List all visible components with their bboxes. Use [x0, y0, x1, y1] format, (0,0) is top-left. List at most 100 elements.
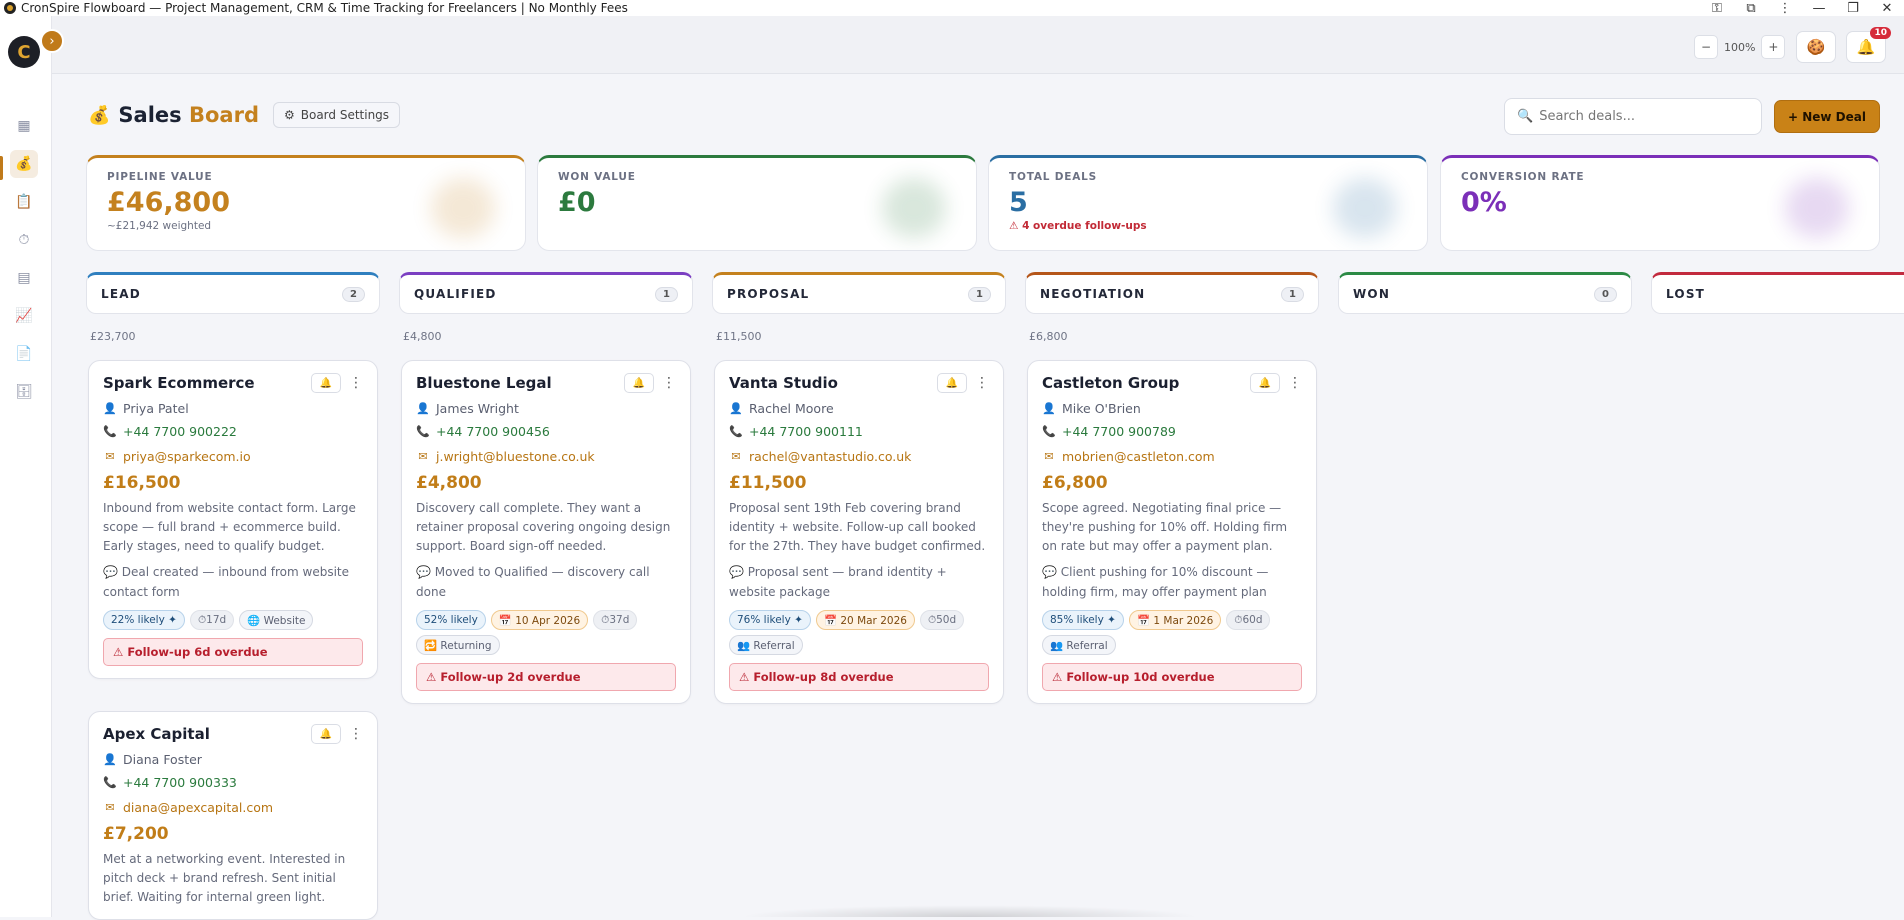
column-title: PROPOSAL	[727, 287, 810, 301]
followup-overdue-alert[interactable]: ⚠ Follow-up 6d overdue	[103, 638, 363, 666]
deal-card[interactable]: Bluestone Legal 🔔 ⋮ 👤 James Wright 📞 +44…	[401, 360, 691, 704]
extension-icon[interactable]: ⧉	[1734, 0, 1768, 16]
minimize-button[interactable]: —	[1802, 0, 1836, 16]
email-row[interactable]: ✉ j.wright@bluestone.co.uk	[416, 449, 676, 464]
restore-button[interactable]: ❐	[1836, 0, 1870, 16]
deal-name: Castleton Group	[1042, 374, 1180, 392]
contact-name: Priya Patel	[123, 401, 189, 416]
column-header[interactable]: LOST 0	[1651, 272, 1904, 314]
board-settings-button[interactable]: ⚙ Board Settings	[272, 102, 401, 128]
phone-row[interactable]: 📞 +44 7700 900333	[103, 775, 363, 790]
column-title: LOST	[1666, 287, 1706, 301]
sidebar-expand-button[interactable]: ›	[40, 29, 64, 53]
phone-row[interactable]: 📞 +44 7700 900456	[416, 424, 676, 439]
followup-overdue-alert[interactable]: ⚠ Follow-up 8d overdue	[729, 663, 989, 691]
email-row[interactable]: ✉ diana@apexcapital.com	[103, 800, 363, 815]
contact-phone[interactable]: +44 7700 900222	[123, 424, 237, 439]
contact-email[interactable]: j.wright@bluestone.co.uk	[436, 449, 595, 464]
sales-moneybag-icon[interactable]: 💰	[10, 150, 38, 178]
deal-card[interactable]: Castleton Group 🔔 ⋮ 👤 Mike O'Brien 📞 +44…	[1027, 360, 1317, 704]
column-header[interactable]: QUALIFIED 1	[399, 272, 693, 314]
latest-activity: 💬 Moved to Qualified — discovery call do…	[416, 565, 650, 599]
deal-card[interactable]: Spark Ecommerce 🔔 ⋮ 👤 Priya Patel 📞 +44 …	[88, 360, 378, 679]
followup-overdue-alert[interactable]: ⚠ Follow-up 2d overdue	[416, 663, 676, 691]
reminder-bell-button[interactable]: 🔔	[937, 373, 967, 393]
person-icon: 👤	[103, 753, 117, 766]
page-title: Sales Board	[118, 103, 259, 127]
deal-card[interactable]: Vanta Studio 🔔 ⋮ 👤 Rachel Moore 📞 +44 77…	[714, 360, 1004, 704]
column-header[interactable]: PROPOSAL 1	[712, 272, 1006, 314]
invoice-icon[interactable]: ▤	[10, 264, 38, 292]
clipboard-icon[interactable]: 📋	[10, 188, 38, 216]
email-row[interactable]: ✉ mobrien@castleton.com	[1042, 449, 1302, 464]
column-total: £6,800	[1029, 330, 1068, 343]
email-row[interactable]: ✉ rachel@vantastudio.co.uk	[729, 449, 989, 464]
column-header[interactable]: LEAD 2	[86, 272, 380, 314]
deal-menu-icon[interactable]: ⋮	[349, 726, 363, 742]
contact-phone[interactable]: +44 7700 900789	[1062, 424, 1176, 439]
deal-name: Bluestone Legal	[416, 374, 552, 392]
moneybag-icon: 💰	[88, 104, 111, 126]
deal-menu-icon[interactable]: ⋮	[662, 375, 676, 391]
document-icon[interactable]: 📄	[10, 340, 38, 368]
more-menu-icon[interactable]: ⋮	[1768, 0, 1802, 16]
followup-overdue-alert[interactable]: ⚠ Follow-up 10d overdue	[1042, 663, 1302, 691]
phone-row[interactable]: 📞 +44 7700 900789	[1042, 424, 1302, 439]
phone-row[interactable]: 📞 +44 7700 900111	[729, 424, 989, 439]
contact-phone[interactable]: +44 7700 900333	[123, 775, 237, 790]
search-deals[interactable]: 🔍	[1504, 98, 1762, 135]
deal-notes: Proposal sent 19th Feb covering brand id…	[729, 501, 986, 553]
deal-card[interactable]: Apex Capital 🔔 ⋮ 👤 Diana Foster 📞 +44 77…	[88, 711, 378, 920]
top-bar	[52, 16, 1904, 74]
deal-menu-icon[interactable]: ⋮	[349, 375, 363, 391]
key-icon[interactable]: ⚿	[1700, 0, 1734, 16]
reminder-bell-button[interactable]: 🔔	[311, 724, 341, 744]
column-title: LEAD	[101, 287, 141, 301]
scroll-shadow	[740, 905, 1200, 917]
timer-icon[interactable]: ⏱	[10, 226, 38, 254]
source-badge: 👥 Referral	[729, 635, 803, 655]
column-total: £4,800	[403, 330, 442, 343]
contact-phone[interactable]: +44 7700 900111	[749, 424, 863, 439]
latest-activity: 💬 Deal created — inbound from website co…	[103, 565, 349, 599]
stat-conversion-rate: CONVERSION RATE 0%	[1440, 155, 1880, 251]
close-window-button[interactable]: ✕	[1870, 0, 1904, 16]
reminder-bell-button[interactable]: 🔔	[1250, 373, 1280, 393]
zoom-in-button[interactable]: +	[1761, 35, 1786, 59]
contact-phone[interactable]: +44 7700 900456	[436, 424, 550, 439]
likelihood-badge: 76% likely ✦	[729, 610, 811, 630]
column-proposal: PROPOSAL 1 £11,500	[712, 272, 1006, 344]
search-input[interactable]	[1539, 109, 1740, 124]
deal-value: £16,500	[103, 473, 181, 493]
reports-chart-icon[interactable]: 📈	[10, 302, 38, 330]
deal-menu-icon[interactable]: ⋮	[1288, 375, 1302, 391]
new-deal-button[interactable]: + New Deal	[1774, 100, 1880, 133]
deal-notes: Discovery call complete. They want a ret…	[416, 501, 671, 553]
dashboard-chart-icon[interactable]: ▦	[10, 112, 38, 140]
contact-email[interactable]: rachel@vantastudio.co.uk	[749, 449, 911, 464]
contact-row: 👤 Mike O'Brien	[1042, 401, 1302, 416]
contact-email[interactable]: mobrien@castleton.com	[1062, 449, 1215, 464]
stat-glow	[1333, 178, 1397, 238]
person-icon: 👤	[1042, 402, 1056, 415]
reminder-bell-button[interactable]: 🔔	[624, 373, 654, 393]
email-row[interactable]: ✉ priya@sparkecom.io	[103, 449, 363, 464]
deal-menu-icon[interactable]: ⋮	[975, 375, 989, 391]
user-avatar-button[interactable]: 🍪	[1796, 31, 1836, 63]
deal-tags: 76% likely ✦ 📅 20 Mar 2026 ⏱50d 👥 Referr…	[729, 610, 989, 655]
reminder-bell-button[interactable]: 🔔	[311, 373, 341, 393]
column-qualified: QUALIFIED 1 £4,800	[399, 272, 693, 344]
brand-logo[interactable]: C	[8, 36, 40, 68]
column-header[interactable]: NEGOTIATION 1	[1025, 272, 1319, 314]
zoom-controls: − 100% +	[1694, 34, 1786, 60]
column-header[interactable]: WON 0	[1338, 272, 1632, 314]
archive-icon[interactable]: 🗄	[10, 378, 38, 406]
phone-row[interactable]: 📞 +44 7700 900222	[103, 424, 363, 439]
contact-email[interactable]: priya@sparkecom.io	[123, 449, 251, 464]
source-badge: 🌐 Website	[239, 610, 314, 630]
zoom-out-button[interactable]: −	[1694, 35, 1718, 59]
mail-icon: ✉	[1044, 450, 1054, 463]
column-negotiation: NEGOTIATION 1 £6,800	[1025, 272, 1319, 344]
contact-email[interactable]: diana@apexcapital.com	[123, 800, 273, 815]
notifications-button[interactable]: 🔔 10	[1846, 27, 1891, 63]
